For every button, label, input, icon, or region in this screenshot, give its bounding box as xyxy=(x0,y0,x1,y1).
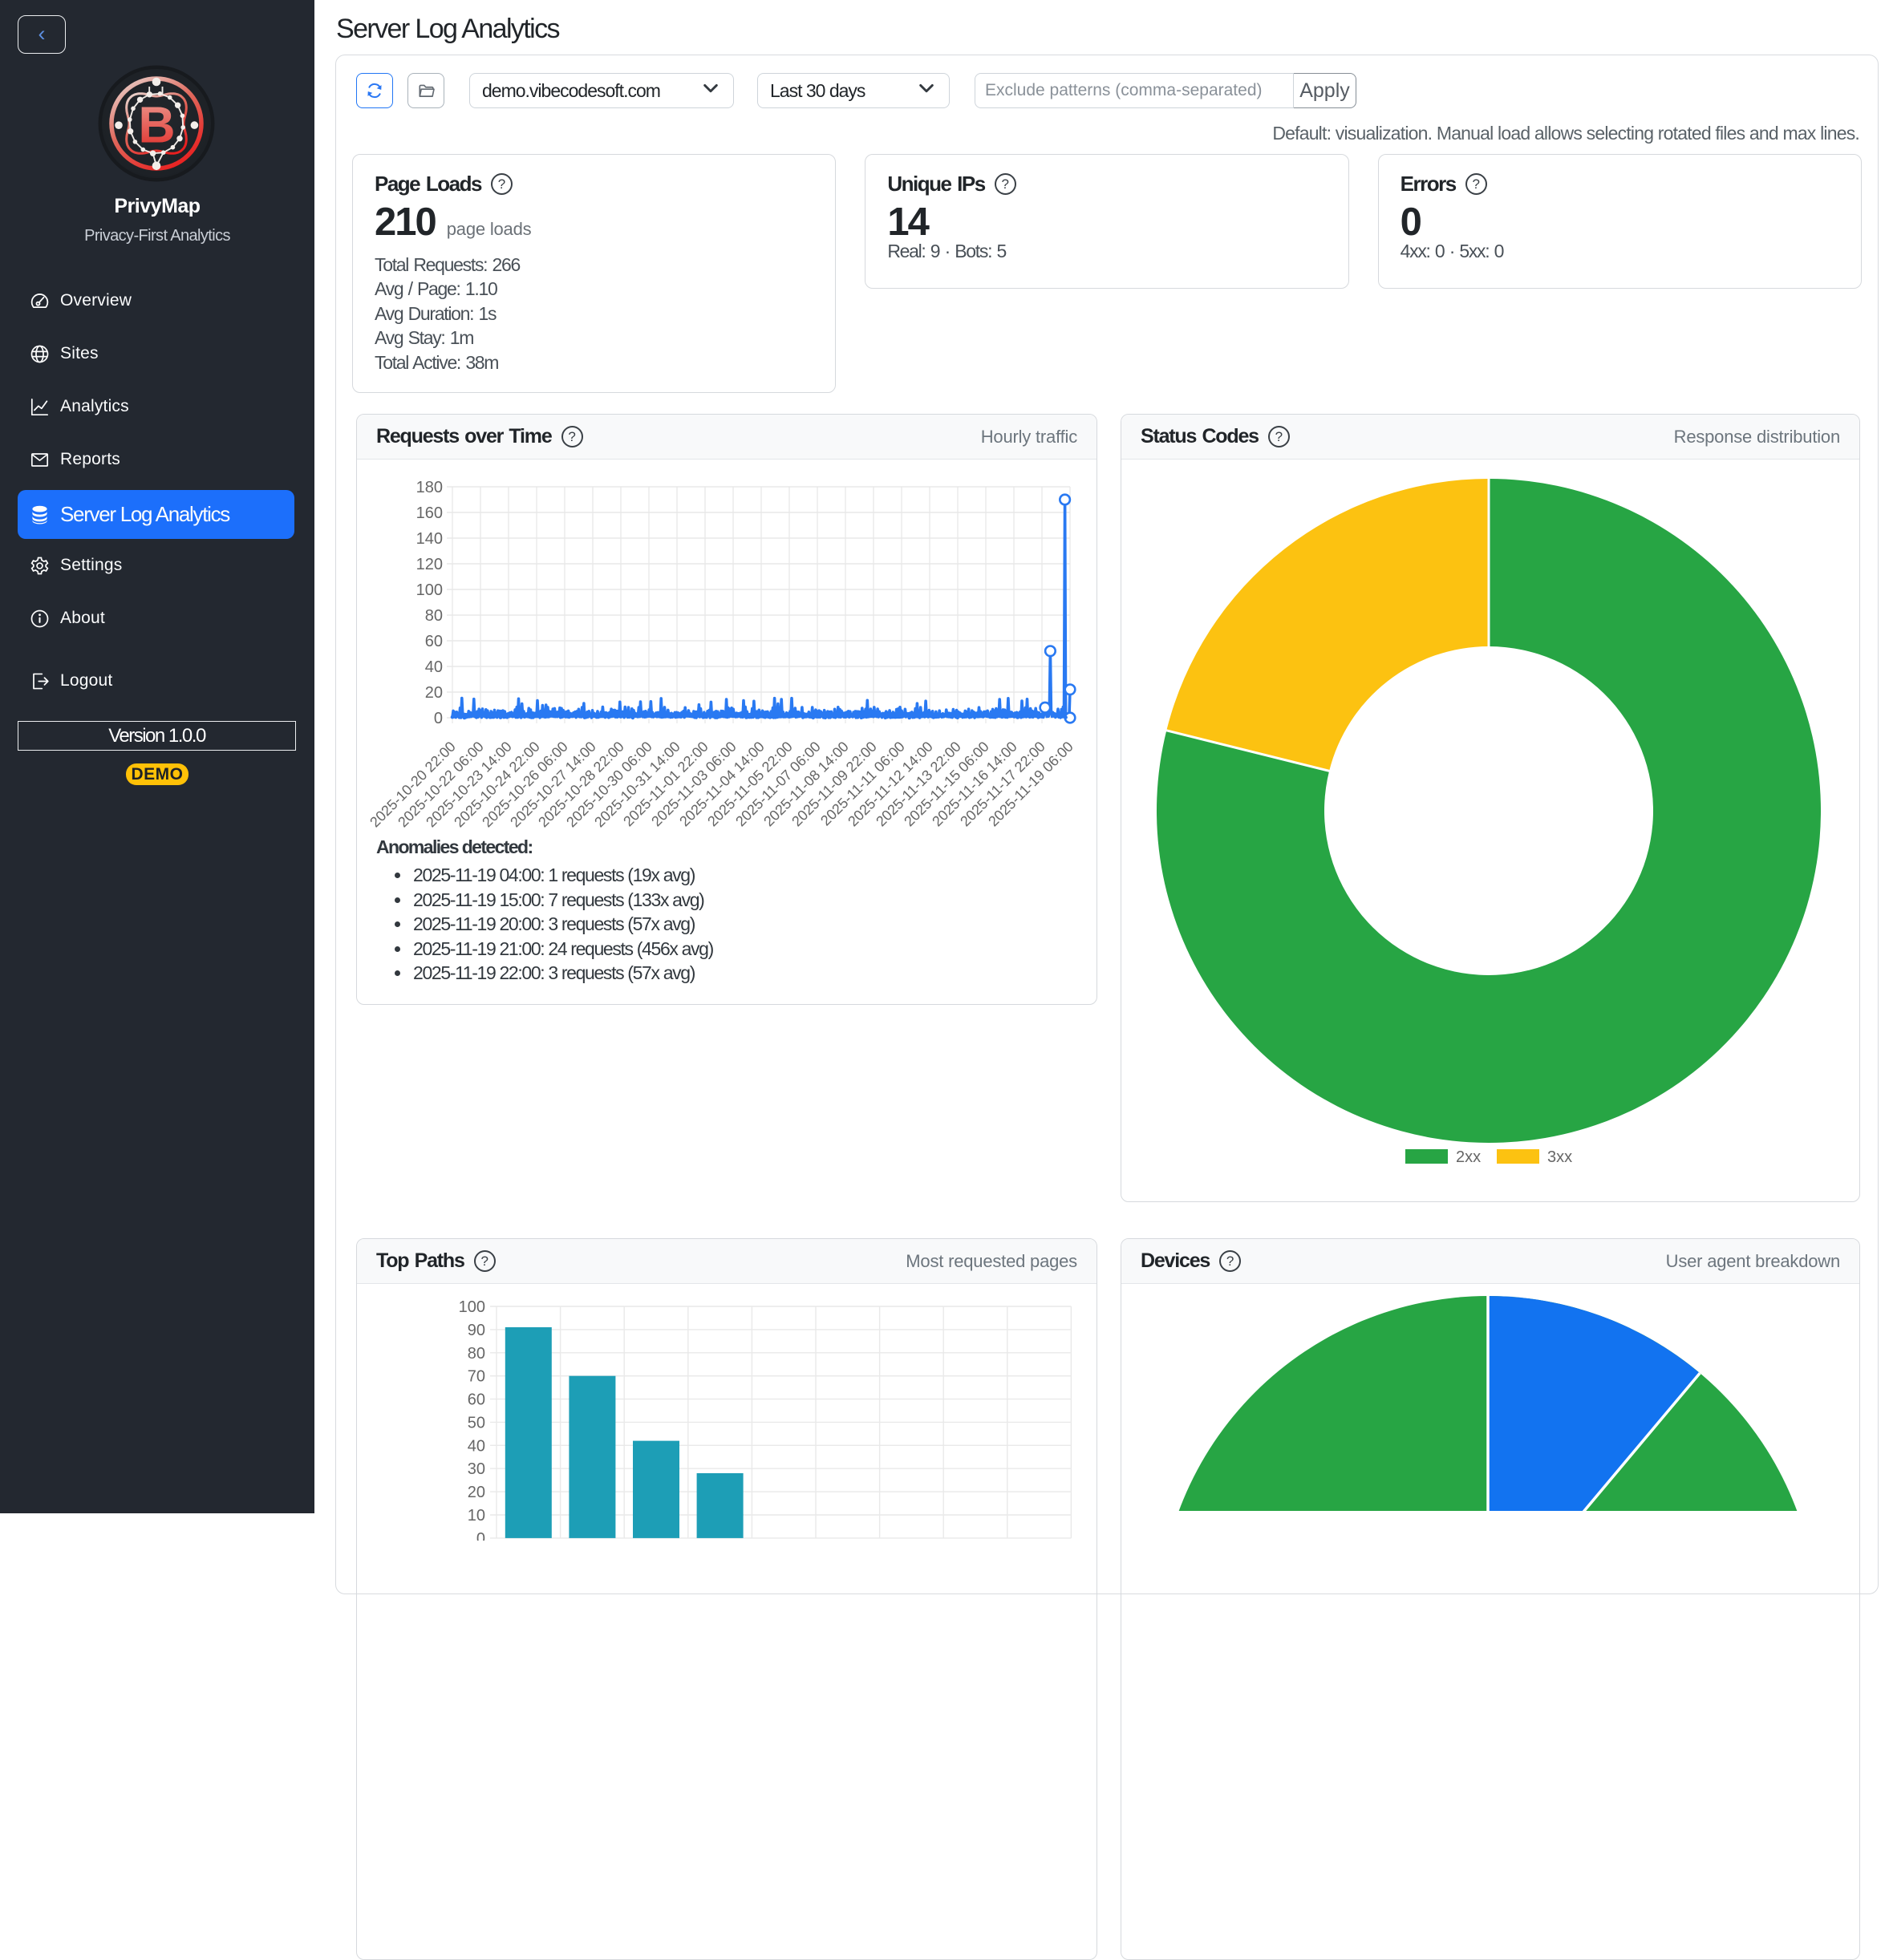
svg-text:140: 140 xyxy=(416,530,443,548)
svg-text:20: 20 xyxy=(468,1484,485,1501)
svg-text:2xx: 2xx xyxy=(1456,1148,1481,1166)
svg-text:90: 90 xyxy=(468,1322,485,1339)
svg-text:0: 0 xyxy=(476,1530,485,1541)
svg-text:80: 80 xyxy=(425,607,443,625)
svg-text:B: B xyxy=(138,96,175,154)
svg-text:80: 80 xyxy=(468,1345,485,1363)
svg-text:180: 180 xyxy=(416,479,443,496)
svg-text:100: 100 xyxy=(416,581,443,599)
svg-text:50: 50 xyxy=(468,1414,485,1432)
svg-text:100: 100 xyxy=(459,1298,485,1316)
svg-text:20: 20 xyxy=(425,684,443,702)
svg-text:40: 40 xyxy=(425,658,443,676)
svg-text:10: 10 xyxy=(468,1507,485,1525)
svg-text:30: 30 xyxy=(468,1460,485,1478)
svg-text:160: 160 xyxy=(416,504,443,522)
svg-text:3xx: 3xx xyxy=(1547,1148,1572,1166)
svg-text:60: 60 xyxy=(468,1391,485,1409)
svg-text:40: 40 xyxy=(468,1437,485,1455)
svg-text:60: 60 xyxy=(425,633,443,650)
svg-text:70: 70 xyxy=(468,1368,485,1386)
svg-text:120: 120 xyxy=(416,556,443,573)
svg-text:0: 0 xyxy=(434,710,443,727)
